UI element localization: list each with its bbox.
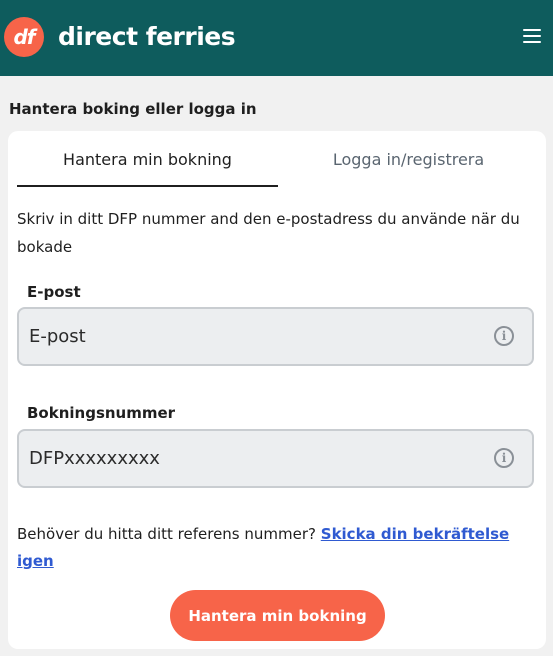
page-title: Hantera boking eller logga in	[9, 100, 257, 118]
menu-bar	[523, 41, 541, 43]
hamburger-menu-icon[interactable]	[523, 29, 541, 43]
email-info-icon[interactable]: i	[494, 326, 514, 346]
help-text-block: Behöver du hitta ditt referens nummer? S…	[17, 521, 542, 575]
direct-ferries-logo[interactable]: df	[4, 17, 44, 57]
booking-number-label: Bokningsnummer	[27, 404, 176, 422]
tab-login-register[interactable]: Logga in/registrera	[278, 150, 539, 186]
menu-bar	[523, 35, 541, 37]
email-input[interactable]	[19, 309, 489, 364]
manage-booking-card: Hantera min bokning Logga in/registrera …	[8, 131, 546, 649]
intro-text: Skriv in ditt DFP nummer and den e-posta…	[17, 210, 520, 256]
email-label: E-post	[27, 283, 81, 301]
booking-number-input[interactable]	[19, 431, 489, 486]
booking-info-icon[interactable]: i	[494, 448, 514, 468]
menu-bar	[523, 29, 541, 31]
tab-manage-booking[interactable]: Hantera min bokning	[17, 150, 278, 187]
help-text: Behöver du hitta ditt referens nummer?	[17, 525, 316, 543]
manage-booking-button[interactable]: Hantera min bokning	[170, 590, 385, 641]
top-header: df direct ferries	[0, 0, 553, 76]
booking-number-field-container: i	[17, 429, 534, 488]
email-field-container: i	[17, 307, 534, 366]
brand-name[interactable]: direct ferries	[58, 22, 236, 51]
